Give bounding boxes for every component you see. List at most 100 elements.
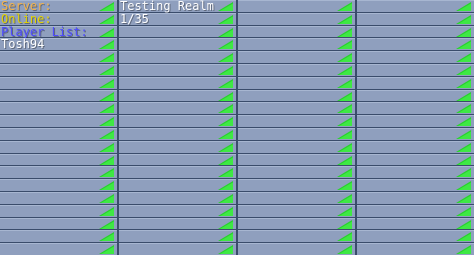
player-slot	[238, 204, 355, 217]
ping-signal-icon	[456, 155, 471, 165]
player-slot	[357, 230, 474, 243]
player-slot: Testing Realm	[119, 0, 236, 13]
player-slot	[0, 63, 117, 76]
ping-signal-icon	[456, 27, 471, 37]
player-slot	[119, 38, 236, 51]
online-count: 1/35	[120, 11, 149, 26]
player-slot	[357, 153, 474, 166]
ping-signal-icon	[99, 142, 114, 152]
ping-signal-icon	[99, 65, 114, 75]
ping-signal-icon	[99, 181, 114, 191]
ping-signal-icon	[218, 232, 233, 242]
player-slot	[119, 204, 236, 217]
player-slot	[238, 166, 355, 179]
ping-signal-icon	[99, 193, 114, 203]
player-slot	[357, 76, 474, 89]
player-slot	[0, 179, 117, 191]
ping-signal-icon	[456, 193, 471, 203]
ping-signal-icon	[337, 193, 352, 203]
ping-signal-icon	[218, 53, 233, 63]
ping-signal-icon	[337, 117, 352, 127]
player-slot	[119, 63, 236, 76]
player-slot	[238, 76, 355, 89]
ping-signal-icon	[337, 245, 352, 255]
ping-signal-icon	[218, 155, 233, 165]
player-slot	[238, 243, 355, 255]
ping-signal-icon	[456, 181, 471, 191]
player-slot	[238, 230, 355, 243]
player-slot	[0, 51, 117, 63]
ping-signal-icon	[337, 104, 352, 114]
ping-signal-icon	[337, 27, 352, 37]
player-slot	[238, 115, 355, 127]
ping-signal-icon	[456, 91, 471, 101]
player-slot	[0, 127, 117, 140]
ping-signal-icon	[456, 245, 471, 255]
ping-signal-icon	[99, 219, 114, 229]
player-slot	[0, 89, 117, 102]
player-slot	[119, 127, 236, 140]
player-slot	[238, 25, 355, 38]
ping-signal-icon	[337, 78, 352, 88]
ping-signal-icon	[218, 181, 233, 191]
ping-signal-icon	[337, 40, 352, 50]
player-slot	[119, 166, 236, 179]
ping-signal-icon	[218, 2, 233, 11]
player-slot	[238, 63, 355, 76]
player-slot	[0, 76, 117, 89]
player-slot: Online:	[0, 12, 117, 26]
player-slot	[119, 179, 236, 191]
player-slot	[119, 230, 236, 243]
tab-column	[357, 0, 474, 255]
ping-signal-icon	[456, 2, 471, 11]
tab-column: Testing Realm 1/35	[119, 0, 236, 255]
ping-signal-icon	[99, 14, 114, 24]
ping-signal-icon	[218, 40, 233, 50]
player-slot	[238, 12, 355, 25]
player-slot	[357, 102, 474, 115]
player-slot	[238, 140, 355, 153]
ping-signal-icon	[456, 168, 471, 178]
player-slot	[357, 115, 474, 127]
player-slot	[357, 63, 474, 76]
ping-signal-icon	[99, 53, 114, 63]
ping-signal-icon	[337, 142, 352, 152]
player-slot	[357, 51, 474, 63]
ping-signal-icon	[99, 206, 114, 216]
ping-signal-icon	[99, 104, 114, 114]
ping-signal-icon	[337, 219, 352, 229]
ping-signal-icon	[99, 168, 114, 178]
player-slot	[357, 0, 474, 12]
ping-signal-icon	[218, 206, 233, 216]
player-slot	[0, 230, 117, 243]
player-slot	[357, 140, 474, 153]
player-slot	[357, 243, 474, 255]
player-slot	[0, 191, 117, 204]
ping-signal-icon	[99, 78, 114, 88]
ping-signal-icon	[218, 91, 233, 101]
ping-signal-icon	[337, 14, 352, 24]
player-slot	[357, 217, 474, 230]
player-slot	[0, 115, 117, 127]
player-slot	[119, 76, 236, 89]
ping-signal-icon	[218, 245, 233, 255]
player-slot: 1/35	[119, 11, 236, 26]
ping-signal-icon	[218, 168, 233, 178]
ping-signal-icon	[218, 104, 233, 114]
player-slot: Server:	[0, 0, 117, 13]
player-slot	[0, 102, 117, 115]
ping-signal-icon	[337, 53, 352, 63]
ping-signal-icon	[456, 65, 471, 75]
player-slot: Tosh94	[0, 37, 117, 51]
ping-signal-icon	[456, 206, 471, 216]
ping-signal-icon	[456, 78, 471, 88]
tab-column: Server: Online: Player List: Tosh94	[0, 0, 117, 255]
player-slot	[119, 25, 236, 38]
player-slot	[238, 51, 355, 63]
ping-signal-icon	[99, 91, 114, 101]
ping-signal-icon	[218, 129, 233, 139]
player-slot	[119, 51, 236, 63]
player-slot	[238, 179, 355, 191]
player-slot	[238, 127, 355, 140]
ping-signal-icon	[456, 142, 471, 152]
